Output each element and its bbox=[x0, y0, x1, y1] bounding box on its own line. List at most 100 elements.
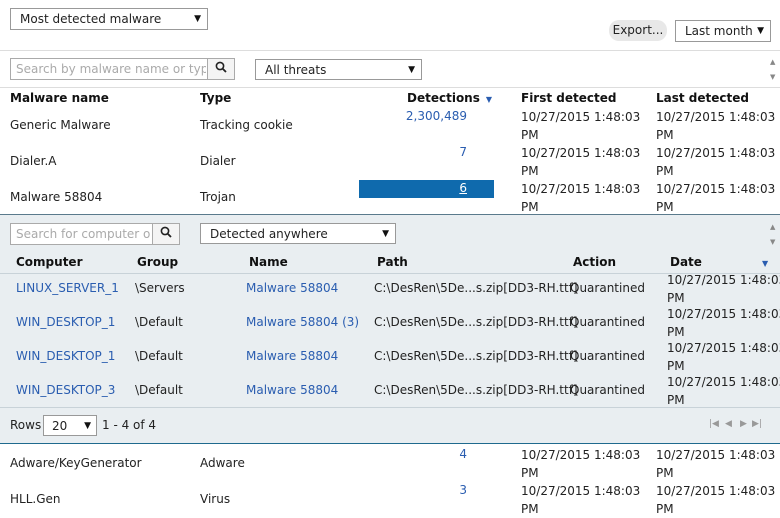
first-detected: 10/27/2015 1:48:03 PM bbox=[521, 110, 641, 142]
path: C:\DesRen\5De...s.zip[DD3-RH.ttf] bbox=[374, 349, 578, 363]
divider bbox=[0, 407, 780, 408]
location-filter-value: Detected anywhere bbox=[210, 227, 328, 241]
sort-desc-icon: ▼ bbox=[485, 95, 493, 104]
search-icon bbox=[215, 61, 227, 73]
malware-name: Adware/KeyGenerator bbox=[10, 456, 142, 470]
computer-link[interactable]: WIN_DESKTOP_1 bbox=[16, 315, 115, 329]
col-last-detected[interactable]: Last detected bbox=[656, 91, 749, 105]
col-detections[interactable]: Detections ▼ bbox=[407, 91, 492, 105]
threat-filter-value: All threats bbox=[265, 63, 327, 77]
malware-search-input[interactable]: Search by malware name or type bbox=[10, 58, 208, 80]
first-detected: 10/27/2015 1:48:03 PM bbox=[521, 484, 641, 516]
path: C:\DesRen\5De...s.zip[DD3-RH.ttf] bbox=[374, 281, 578, 295]
search-placeholder: Search by malware name or type bbox=[16, 62, 206, 76]
threat-filter-select[interactable]: All threats ▼ bbox=[255, 59, 422, 80]
search-icon bbox=[160, 226, 172, 238]
col-type[interactable]: Type bbox=[200, 91, 231, 105]
chevron-down-icon: ▼ bbox=[382, 229, 389, 239]
detail-panel: Search for computer or group Detected an… bbox=[0, 214, 780, 444]
col-name[interactable]: Name bbox=[249, 255, 288, 269]
report-select-value: Most detected malware bbox=[20, 12, 162, 26]
detected-date: 10/27/2015 1:48:03 PM bbox=[667, 273, 780, 305]
col-action[interactable]: Action bbox=[573, 255, 616, 269]
location-filter-select[interactable]: Detected anywhere ▼ bbox=[200, 223, 396, 244]
divider bbox=[0, 87, 780, 88]
chevron-down-icon: ▼ bbox=[757, 26, 764, 36]
rows-per-page-value: 20 bbox=[52, 419, 68, 433]
col-detections-label: Detections bbox=[407, 91, 480, 105]
last-detected: 10/27/2015 1:48:03 PM bbox=[656, 110, 776, 142]
chevron-down-icon: ▼ bbox=[408, 65, 415, 75]
computer-link[interactable]: WIN_DESKTOP_3 bbox=[16, 383, 115, 397]
page-info: 1 - 4 of 4 bbox=[102, 418, 157, 432]
detections-link[interactable]: 6 bbox=[459, 181, 467, 195]
col-first-detected[interactable]: First detected bbox=[521, 91, 616, 105]
detected-date: 10/27/2015 1:48:03 PM bbox=[667, 375, 780, 407]
detected-date: 10/27/2015 1:48:03 PM bbox=[667, 307, 780, 339]
prev-page-icon[interactable]: ◀ bbox=[725, 419, 732, 429]
detections-link[interactable]: 3 bbox=[358, 483, 467, 497]
chevron-down-icon: ▼ bbox=[194, 14, 201, 24]
divider bbox=[0, 273, 780, 274]
action: Quarantined bbox=[570, 383, 645, 397]
search-placeholder: Search for computer or group bbox=[16, 227, 151, 241]
malware-link[interactable]: Malware 58804 bbox=[246, 281, 338, 295]
period-select[interactable]: Last month ▼ bbox=[675, 20, 771, 42]
computer-link[interactable]: LINUX_SERVER_1 bbox=[16, 281, 119, 295]
scroll-up-icon[interactable]: ▲ bbox=[770, 223, 775, 231]
scroll-up-icon[interactable]: ▲ bbox=[770, 58, 775, 66]
malware-name: Generic Malware bbox=[10, 118, 111, 132]
malware-name: HLL.Gen bbox=[10, 492, 61, 506]
first-page-icon[interactable]: |◀ bbox=[709, 419, 719, 429]
period-select-value: Last month bbox=[685, 24, 753, 38]
next-page-icon[interactable]: ▶ bbox=[740, 419, 747, 429]
chevron-down-icon: ▼ bbox=[84, 421, 91, 431]
last-detected: 10/27/2015 1:48:03 PM bbox=[656, 484, 776, 516]
malware-type: Tracking cookie bbox=[200, 118, 293, 132]
group: \Servers bbox=[135, 281, 185, 295]
group: \Default bbox=[135, 383, 183, 397]
malware-type: Trojan bbox=[200, 190, 236, 204]
last-page-icon[interactable]: ▶| bbox=[752, 419, 762, 429]
search-button[interactable] bbox=[152, 223, 180, 245]
group: \Default bbox=[135, 349, 183, 363]
first-detected: 10/27/2015 1:48:03 PM bbox=[521, 182, 641, 214]
rows-label: Rows bbox=[10, 418, 42, 432]
malware-link[interactable]: Malware 58804 (3) bbox=[246, 315, 359, 329]
malware-link[interactable]: Malware 58804 bbox=[246, 349, 338, 363]
last-detected: 10/27/2015 1:48:03 PM bbox=[656, 182, 776, 214]
malware-name: Dialer.A bbox=[10, 154, 57, 168]
first-detected: 10/27/2015 1:48:03 PM bbox=[521, 146, 641, 178]
detections-link[interactable]: 4 bbox=[358, 447, 467, 461]
col-group[interactable]: Group bbox=[137, 255, 178, 269]
last-detected: 10/27/2015 1:48:03 PM bbox=[656, 448, 776, 480]
scroll-down-icon[interactable]: ▼ bbox=[770, 238, 775, 246]
action: Quarantined bbox=[570, 349, 645, 363]
col-date-label: Date bbox=[670, 255, 702, 269]
path: C:\DesRen\5De...s.zip[DD3-RH.ttf] bbox=[374, 383, 578, 397]
divider bbox=[0, 50, 780, 51]
report-select[interactable]: Most detected malware ▼ bbox=[10, 8, 208, 30]
malware-type: Dialer bbox=[200, 154, 236, 168]
detections-link[interactable]: 2,300,489 bbox=[358, 109, 467, 123]
rows-per-page-select[interactable]: 20 ▼ bbox=[43, 415, 97, 436]
sort-desc-icon: ▼ bbox=[761, 259, 769, 268]
last-detected: 10/27/2015 1:48:03 PM bbox=[656, 146, 776, 178]
malware-type: Adware bbox=[200, 456, 245, 470]
computer-search-input[interactable]: Search for computer or group bbox=[10, 223, 153, 245]
computer-link[interactable]: WIN_DESKTOP_1 bbox=[16, 349, 115, 363]
first-detected: 10/27/2015 1:48:03 PM bbox=[521, 448, 641, 480]
col-computer[interactable]: Computer bbox=[16, 255, 82, 269]
malware-type: Virus bbox=[200, 492, 231, 506]
selected-detections-cell[interactable]: 6 bbox=[359, 180, 494, 198]
detections-link[interactable]: 7 bbox=[358, 145, 467, 159]
malware-name: Malware 58804 bbox=[10, 190, 103, 204]
path: C:\DesRen\5De...s.zip[DD3-RH.ttf] bbox=[374, 315, 578, 329]
export-button[interactable]: Export... bbox=[609, 20, 667, 41]
col-date[interactable]: Date ▼ bbox=[670, 255, 768, 269]
search-button[interactable] bbox=[207, 58, 235, 80]
malware-link[interactable]: Malware 58804 bbox=[246, 383, 338, 397]
col-path[interactable]: Path bbox=[377, 255, 408, 269]
scroll-down-icon[interactable]: ▼ bbox=[770, 73, 775, 81]
col-malware-name[interactable]: Malware name bbox=[10, 91, 109, 105]
